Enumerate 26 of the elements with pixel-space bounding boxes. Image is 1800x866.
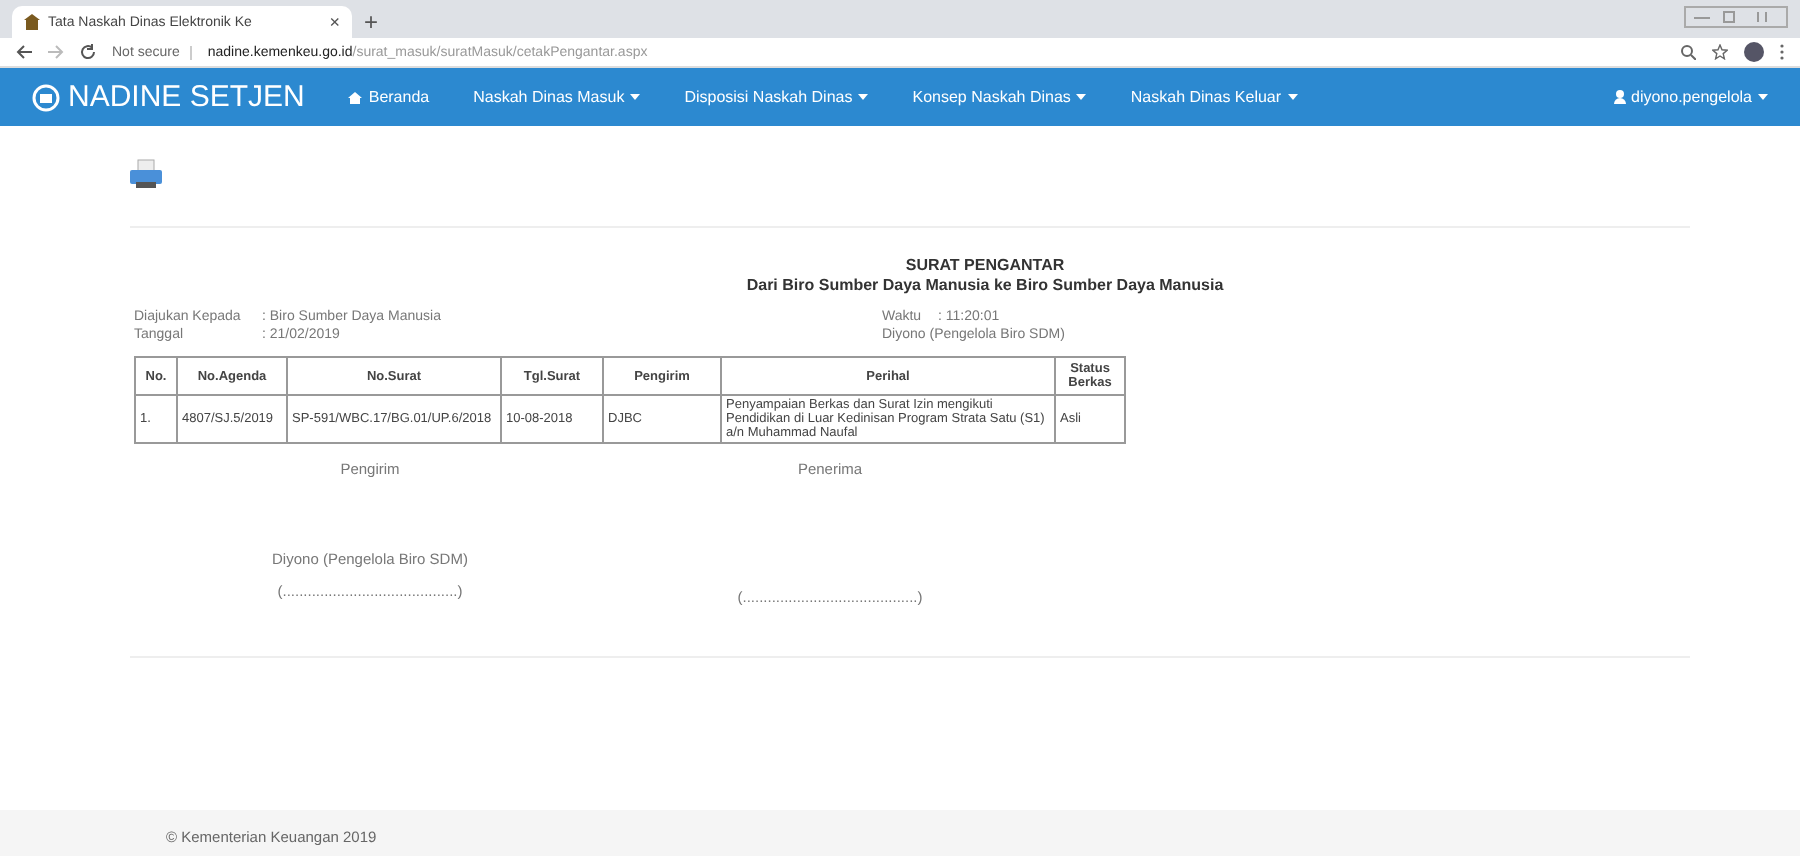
back-icon[interactable] — [16, 44, 32, 60]
nav-link[interactable]: Konsep Naskah Dinas — [912, 88, 1087, 106]
reload-icon[interactable] — [80, 44, 96, 60]
avatar-icon[interactable] — [1744, 42, 1764, 62]
user-menu[interactable]: diyono.pengelola — [1613, 88, 1768, 106]
nav-link[interactable]: Beranda — [348, 88, 430, 106]
nav-link[interactable]: Naskah Dinas Masuk — [473, 88, 641, 106]
caret-icon — [858, 94, 869, 100]
printer-icon[interactable] — [130, 158, 162, 190]
caret-icon — [1287, 94, 1298, 100]
building-icon — [24, 14, 40, 30]
caret-icon — [630, 94, 641, 100]
home-icon — [348, 91, 363, 103]
nav-link[interactable]: Naskah Dinas Keluar — [1130, 88, 1298, 106]
star-icon[interactable] — [1712, 44, 1728, 60]
document-title: SURAT PENGANTAR — [903, 256, 1067, 276]
mail-icon — [32, 83, 60, 111]
nav-link[interactable]: Disposisi Naskah Dinas — [684, 88, 869, 106]
close-tab-button[interactable]: × — [329, 12, 340, 32]
user-icon — [1613, 90, 1625, 104]
document-subtitle: Dari Biro Sumber Daya Manusia ke Biro Sumber Daya Manusia — [744, 276, 1226, 296]
new-tab-button[interactable]: + — [364, 6, 379, 38]
caret-icon — [1076, 94, 1087, 100]
brand-title[interactable]: NADINE SETJEN — [68, 80, 305, 114]
caret-icon — [1758, 94, 1768, 100]
zoom-icon[interactable] — [1680, 44, 1696, 60]
